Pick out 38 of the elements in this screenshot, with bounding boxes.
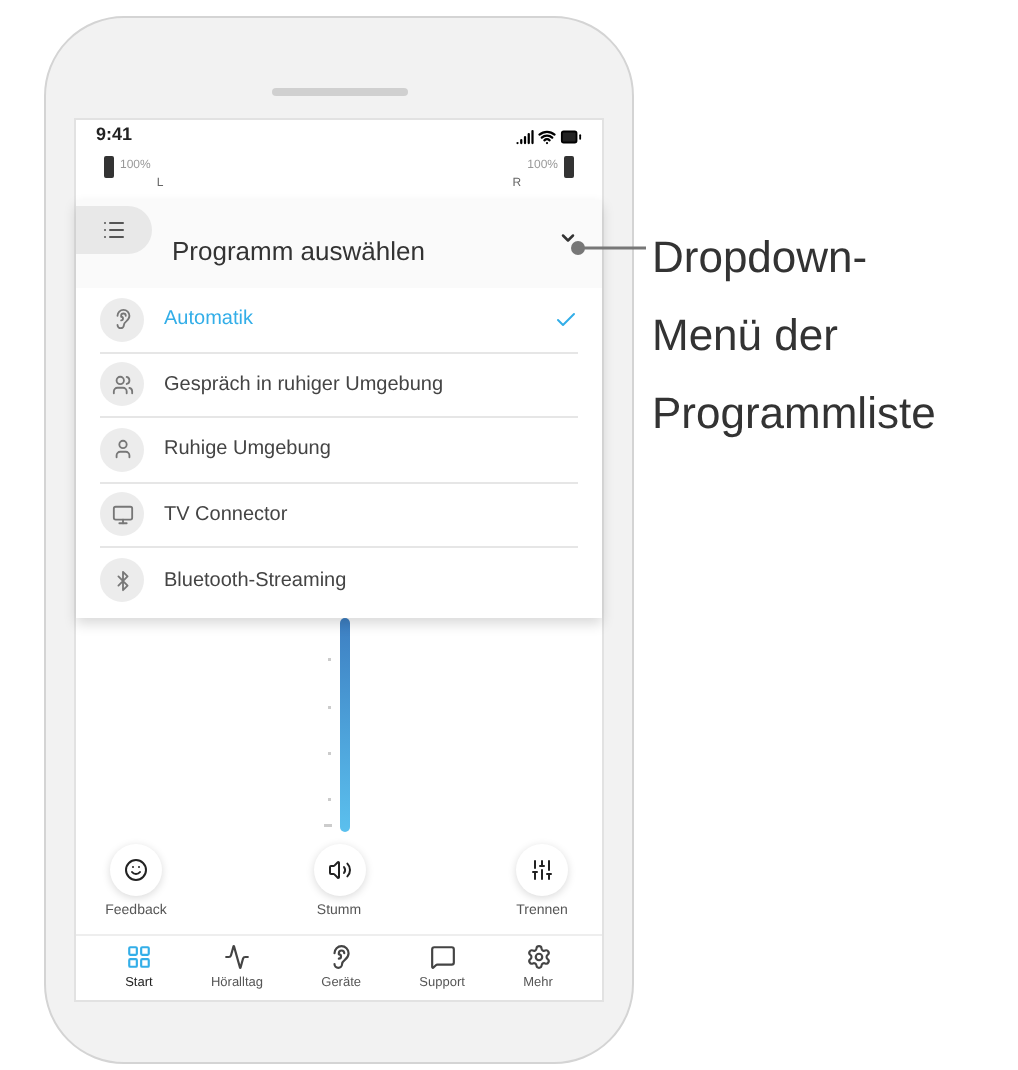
action-button[interactable] <box>516 843 568 895</box>
people-icon <box>111 373 133 396</box>
phone-battery-icon <box>560 125 582 147</box>
chat-icon <box>429 943 456 970</box>
signal-icon <box>516 127 534 145</box>
speaker-slot <box>271 88 407 96</box>
program-label: Gespräch in ruhiger Umgebung <box>164 371 446 400</box>
pulse-icon <box>223 943 250 970</box>
program-label: Bluetooth-Streaming <box>164 567 349 596</box>
action-button[interactable] <box>313 843 365 895</box>
settings-icon <box>525 943 552 970</box>
speaker-icon <box>327 857 351 881</box>
action-button[interactable] <box>110 843 162 895</box>
sliders-icon <box>530 857 554 881</box>
wifi-icon <box>538 127 556 145</box>
person-icon <box>111 438 133 461</box>
leader-line <box>570 240 646 256</box>
program-item[interactable]: Bluetooth-Streaming <box>100 548 578 613</box>
check-icon <box>554 307 578 332</box>
dropdown-title: Programm auswählen <box>172 234 427 271</box>
program-item[interactable]: Gespräch in ruhiger Umgebung <box>100 353 578 418</box>
callout-text: Dropdown- Menü der Programmliste <box>652 230 936 442</box>
ear-icon <box>111 308 133 331</box>
bluetooth-icon <box>111 569 133 592</box>
battery-icon <box>104 156 114 178</box>
program-label: TV Connector <box>164 501 290 530</box>
smiley-icon <box>124 857 148 881</box>
battery-icon <box>564 156 574 178</box>
monitor-icon <box>111 503 133 526</box>
ear-icon <box>328 943 355 970</box>
program-label: Ruhige Umgebung <box>164 436 333 465</box>
program-label: Automatik <box>164 306 255 335</box>
chevron-icon[interactable] <box>558 228 578 248</box>
list-toggle[interactable] <box>76 206 152 254</box>
status-time: 9:41 <box>96 122 133 149</box>
program-item[interactable]: TV Connector <box>100 483 578 548</box>
program-item[interactable]: Ruhige Umgebung <box>100 418 578 483</box>
grid-icon <box>125 943 152 970</box>
